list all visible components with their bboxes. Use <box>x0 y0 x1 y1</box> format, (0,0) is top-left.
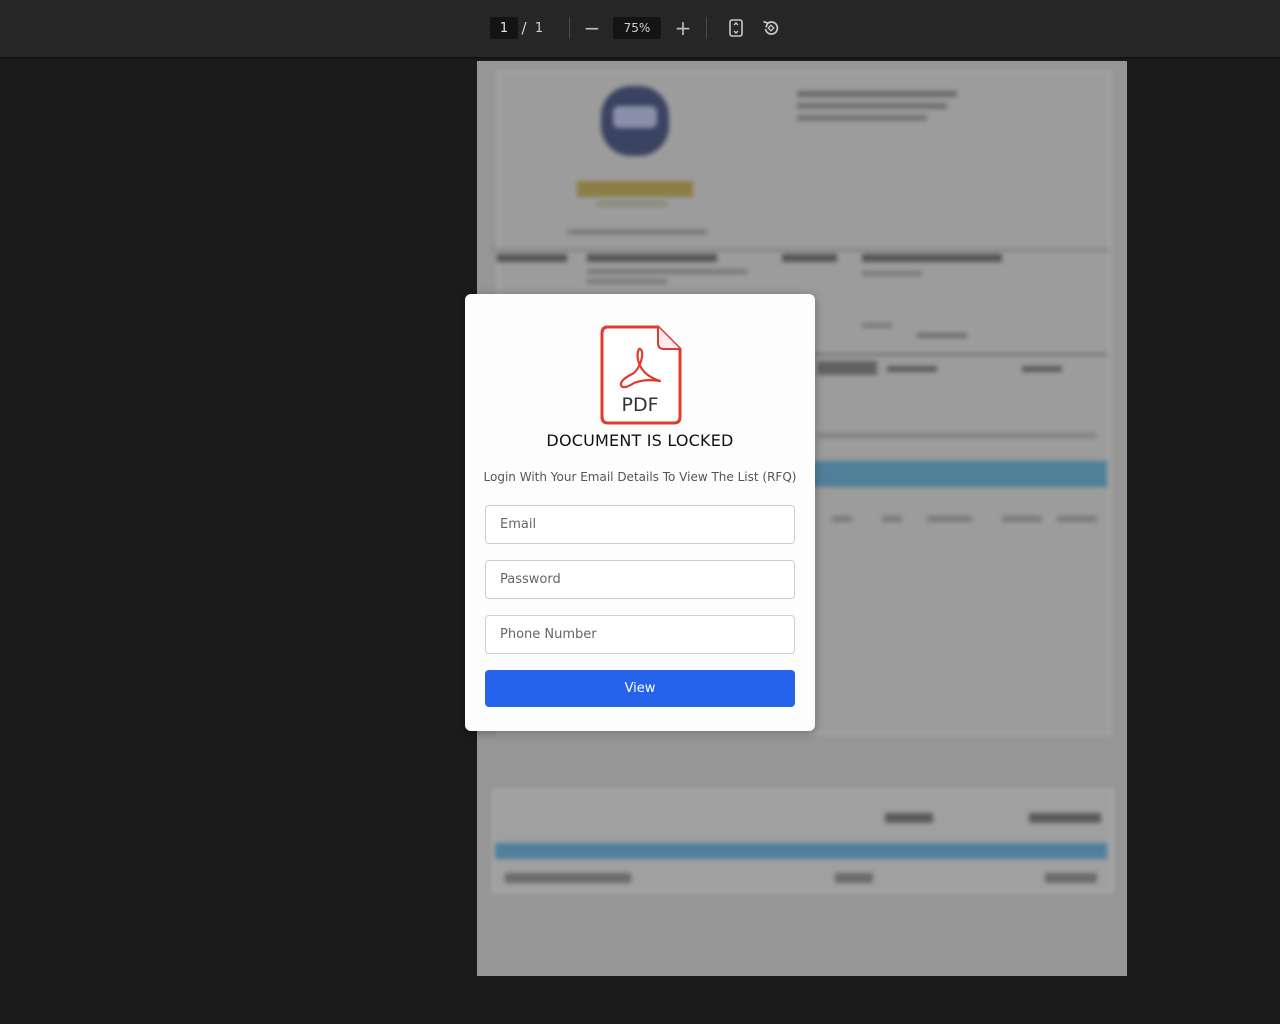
viewer-toolbar: 1 / 1 − 75% + <box>0 0 1280 57</box>
page-separator: / <box>521 19 527 37</box>
zoom-level[interactable]: 75% <box>613 17 661 39</box>
rotate-button[interactable] <box>759 15 783 41</box>
pdf-file-icon: PDF <box>600 325 682 425</box>
zoom-in-button[interactable]: + <box>671 15 695 41</box>
locked-document-modal: PDF DOCUMENT IS LOCKED Login With Your E… <box>465 294 815 731</box>
phone-number-field[interactable] <box>485 615 795 654</box>
fit-page-button[interactable] <box>724 15 748 41</box>
page-number-input[interactable]: 1 <box>490 17 518 39</box>
toolbar-divider <box>706 17 707 39</box>
toolbar-divider <box>569 17 570 39</box>
modal-title: DOCUMENT IS LOCKED <box>546 431 734 450</box>
modal-subtitle: Login With Your Email Details To View Th… <box>483 470 797 484</box>
blurred-blue-band <box>812 461 1107 487</box>
password-field[interactable] <box>485 560 795 599</box>
email-field[interactable] <box>485 505 795 544</box>
total-pages: 1 <box>534 20 544 36</box>
view-button[interactable]: View <box>485 670 795 707</box>
zoom-out-button[interactable]: − <box>580 15 604 41</box>
pdf-icon-label: PDF <box>621 394 658 416</box>
fit-page-icon <box>729 19 743 37</box>
rotate-icon <box>763 20 779 35</box>
